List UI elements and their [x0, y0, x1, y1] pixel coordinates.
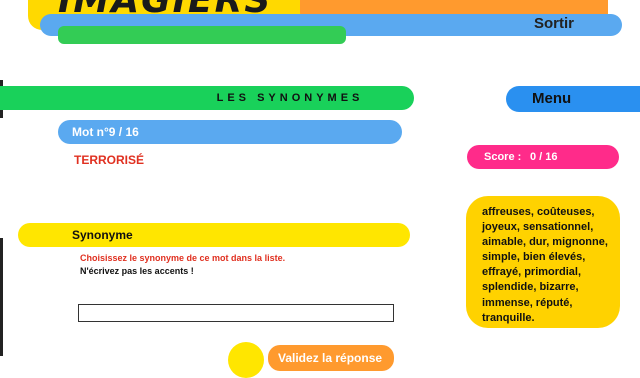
- word-counter: Mot n°9 / 16: [72, 125, 139, 139]
- answer-input[interactable]: [78, 304, 394, 322]
- menu-label[interactable]: Menu: [532, 90, 571, 107]
- score-value: 0 / 16: [530, 151, 558, 163]
- section-title: Synonyme: [72, 228, 133, 242]
- left-edge-bar: [0, 238, 3, 356]
- site-logo: IMAGIERS: [58, 0, 273, 21]
- header-green-band: [58, 26, 346, 44]
- score-label: Score :: [484, 151, 522, 163]
- exit-link[interactable]: Sortir: [534, 15, 574, 32]
- decorative-circle: [228, 342, 264, 378]
- page-title: LES SYNONYMES: [216, 92, 364, 104]
- instruction-text-accents: N'écrivez pas les accents !: [80, 266, 194, 276]
- instruction-text: Choisissez le synonyme de ce mot dans la…: [80, 253, 286, 263]
- word-list: affreuses, coûteuses, joyeux, sensationn…: [482, 206, 608, 324]
- target-word: TERRORISÉ: [74, 153, 145, 167]
- menu-button[interactable]: [506, 86, 640, 112]
- submit-answer-button[interactable]: Validez la réponse: [268, 345, 394, 371]
